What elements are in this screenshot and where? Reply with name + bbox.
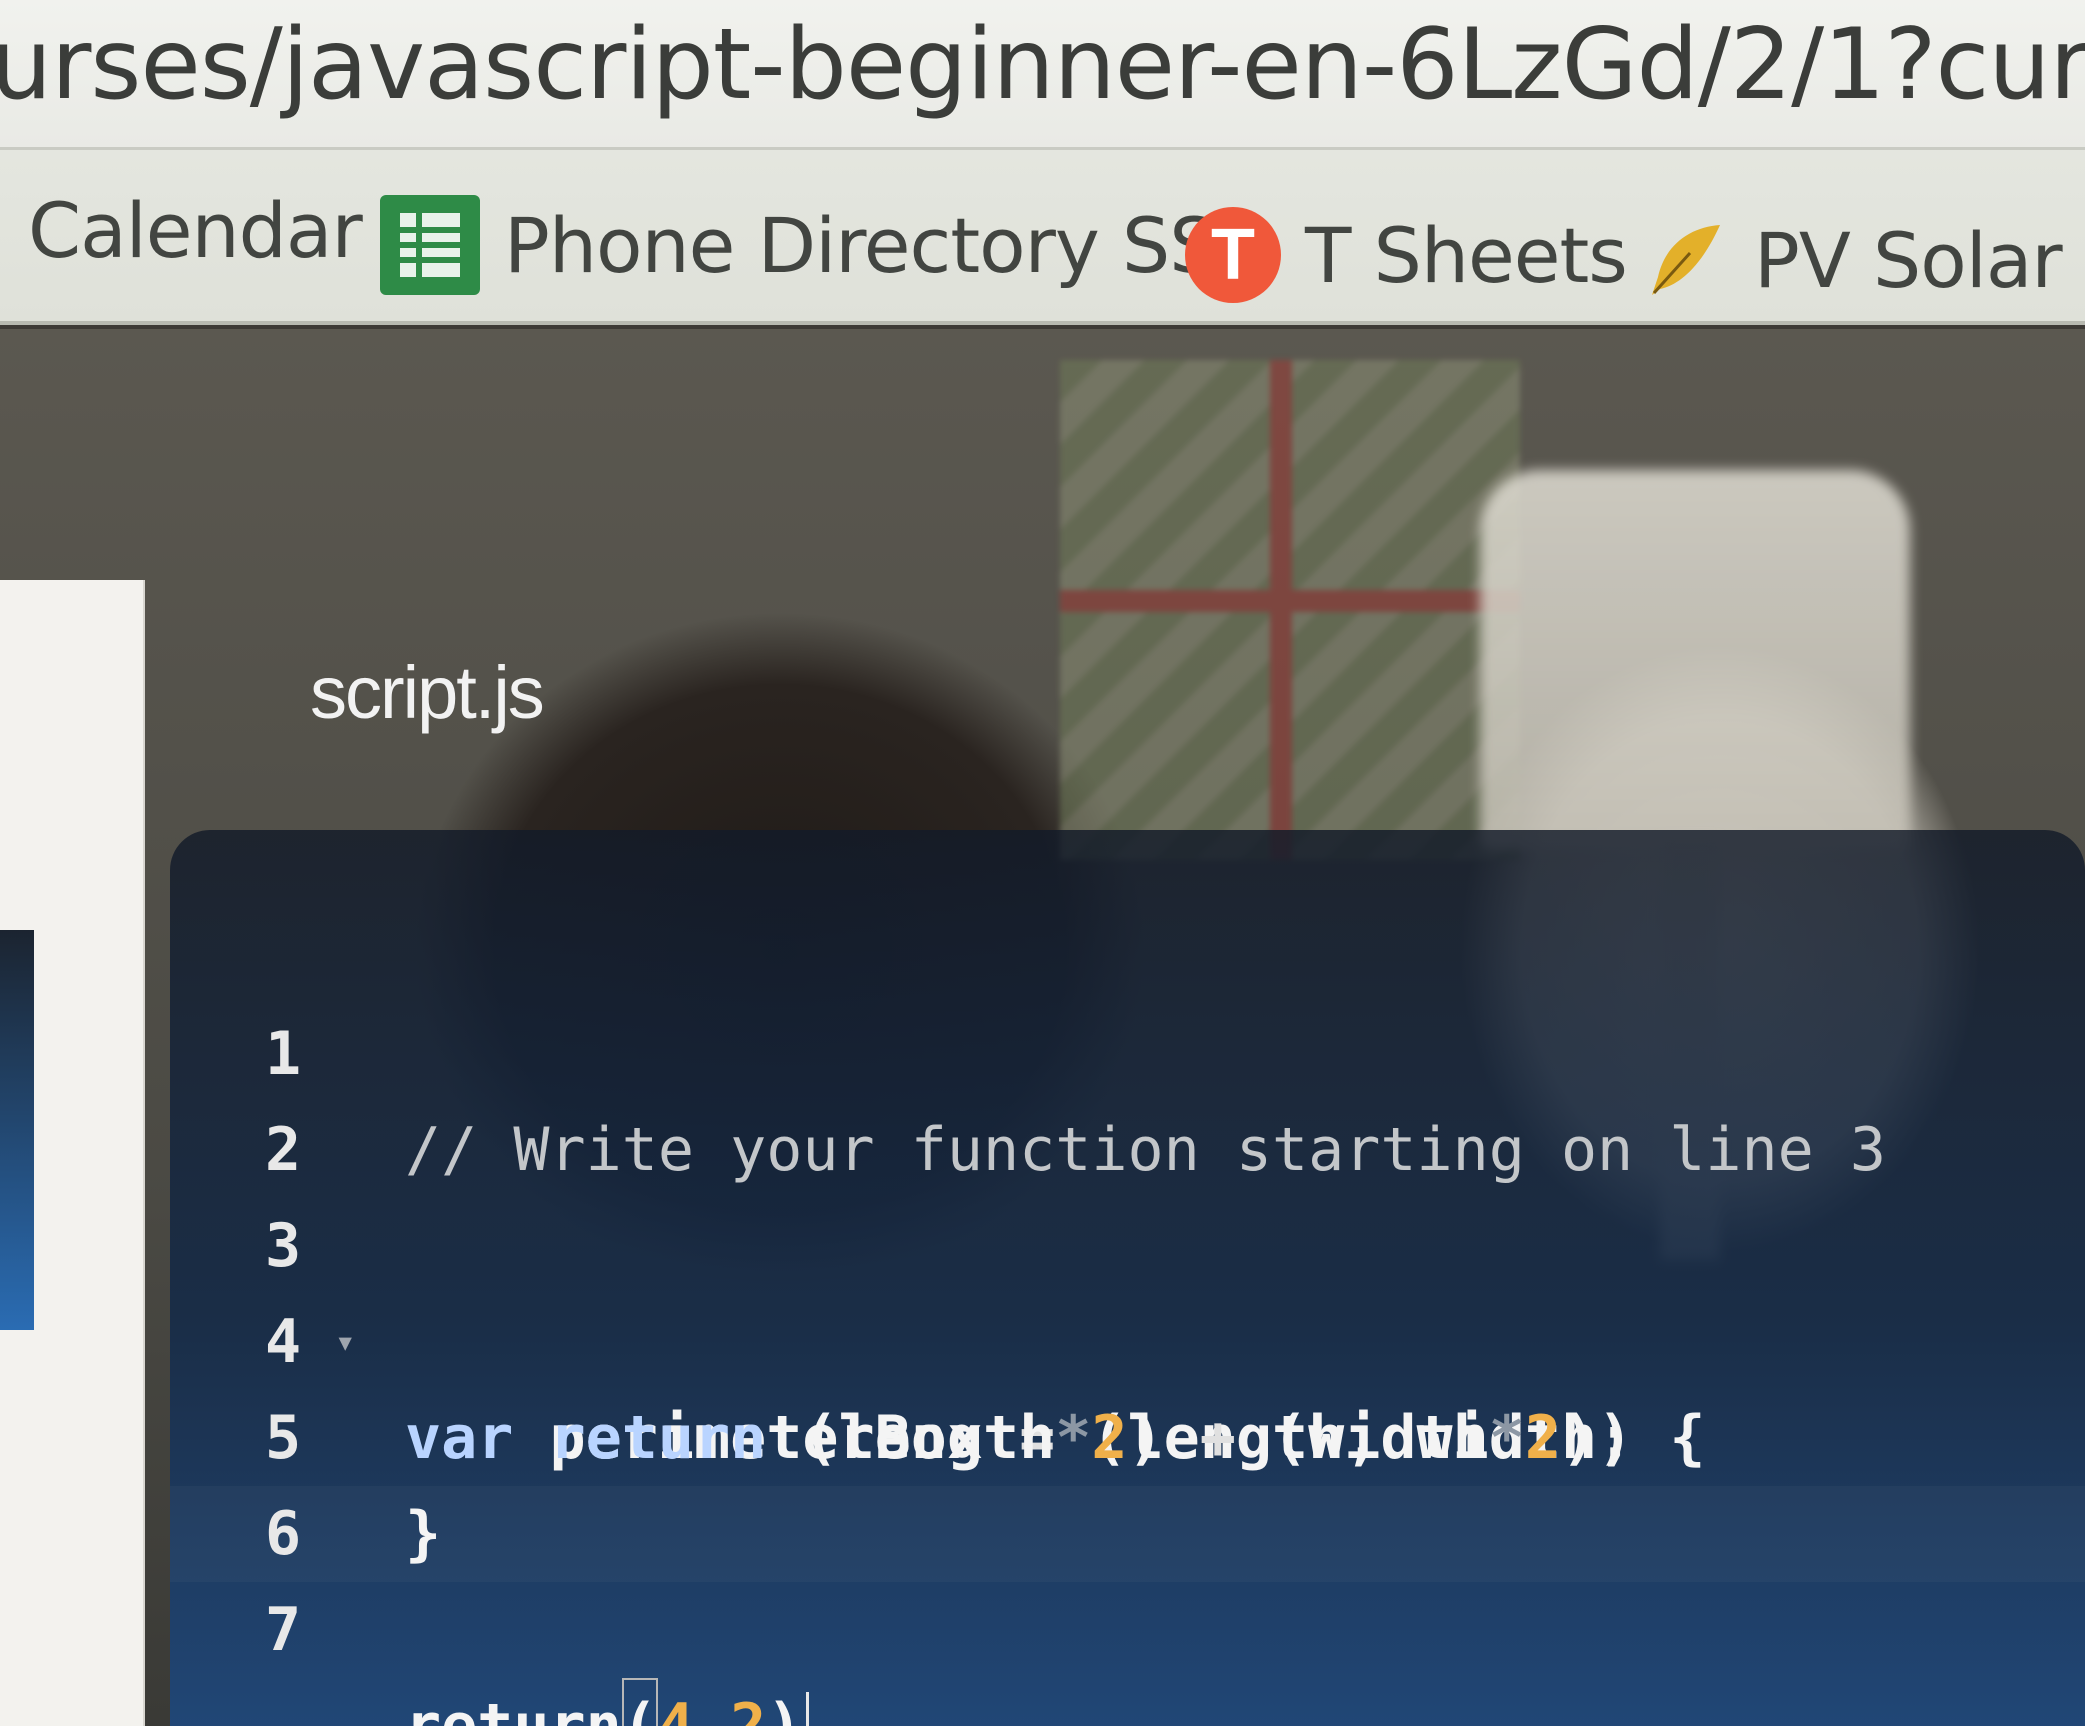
bookmark-tsheets[interactable]: T T Sheets	[1185, 200, 1628, 310]
feather-icon	[1652, 225, 1720, 295]
code-line-7[interactable]: 7 return(4,2)	[170, 1486, 2085, 1726]
address-bar[interactable]: urses/javascript-beginner-en-6LzGd/2/1?c…	[0, 0, 2085, 150]
code-lines[interactable]: 1 // Write your function starting on lin…	[170, 910, 2085, 1726]
code-token: ,	[694, 1691, 731, 1726]
code-token: )	[766, 1691, 803, 1726]
code-editor[interactable]: 1 // Write your function starting on lin…	[170, 830, 2085, 1726]
screen: urses/javascript-beginner-en-6LzGd/2/1?c…	[0, 0, 2085, 1726]
code-line-1[interactable]: 1 // Write your function starting on lin…	[170, 910, 2085, 1185]
bookmark-label: Calendar	[28, 185, 363, 275]
code-number: 2	[730, 1691, 767, 1726]
file-tab-script-js[interactable]: script.js	[310, 650, 545, 735]
matched-bracket: (	[621, 1678, 658, 1726]
code-line-3[interactable]: 3 ▾ var perimeterBox = (length, width) {	[170, 1102, 2085, 1473]
url-text[interactable]: urses/javascript-beginner-en-6LzGd/2/1?c…	[0, 8, 2085, 122]
line-code[interactable]: return(4,2)	[405, 1678, 810, 1726]
text-cursor	[806, 1692, 810, 1726]
bookmark-label: T Sheets	[1305, 210, 1628, 300]
code-line-6[interactable]: 6	[170, 1390, 2085, 1569]
lamp-background	[1480, 470, 1910, 850]
bookmark-calendar[interactable]: Calendar	[28, 175, 363, 285]
bookmark-phone-directory[interactable]: Phone Directory SS	[380, 190, 1217, 300]
bookmark-label: PV Solar R	[1754, 215, 2085, 305]
left-panel-thumbnail	[0, 930, 34, 1330]
code-line-5[interactable]: 5 }	[170, 1294, 2085, 1569]
code-number: 4	[657, 1691, 694, 1726]
bookmark-label: Phone Directory SS	[504, 200, 1217, 290]
code-line-2[interactable]: 2	[170, 1006, 2085, 1185]
code-line-4[interactable]: 4 return (length*2) + (width*2);	[170, 1198, 2085, 1473]
code-identifier: return	[405, 1691, 622, 1726]
wall-art-background	[1060, 360, 1520, 860]
tsheets-icon: T	[1185, 207, 1281, 303]
line-number: 7	[265, 1595, 302, 1665]
bookmark-pv-solar[interactable]: PV Solar R	[1640, 205, 2085, 315]
bookmarks-bar: Calendar Phone Directory SS T T Sheets P…	[0, 150, 2085, 325]
spreadsheet-icon	[380, 195, 480, 295]
